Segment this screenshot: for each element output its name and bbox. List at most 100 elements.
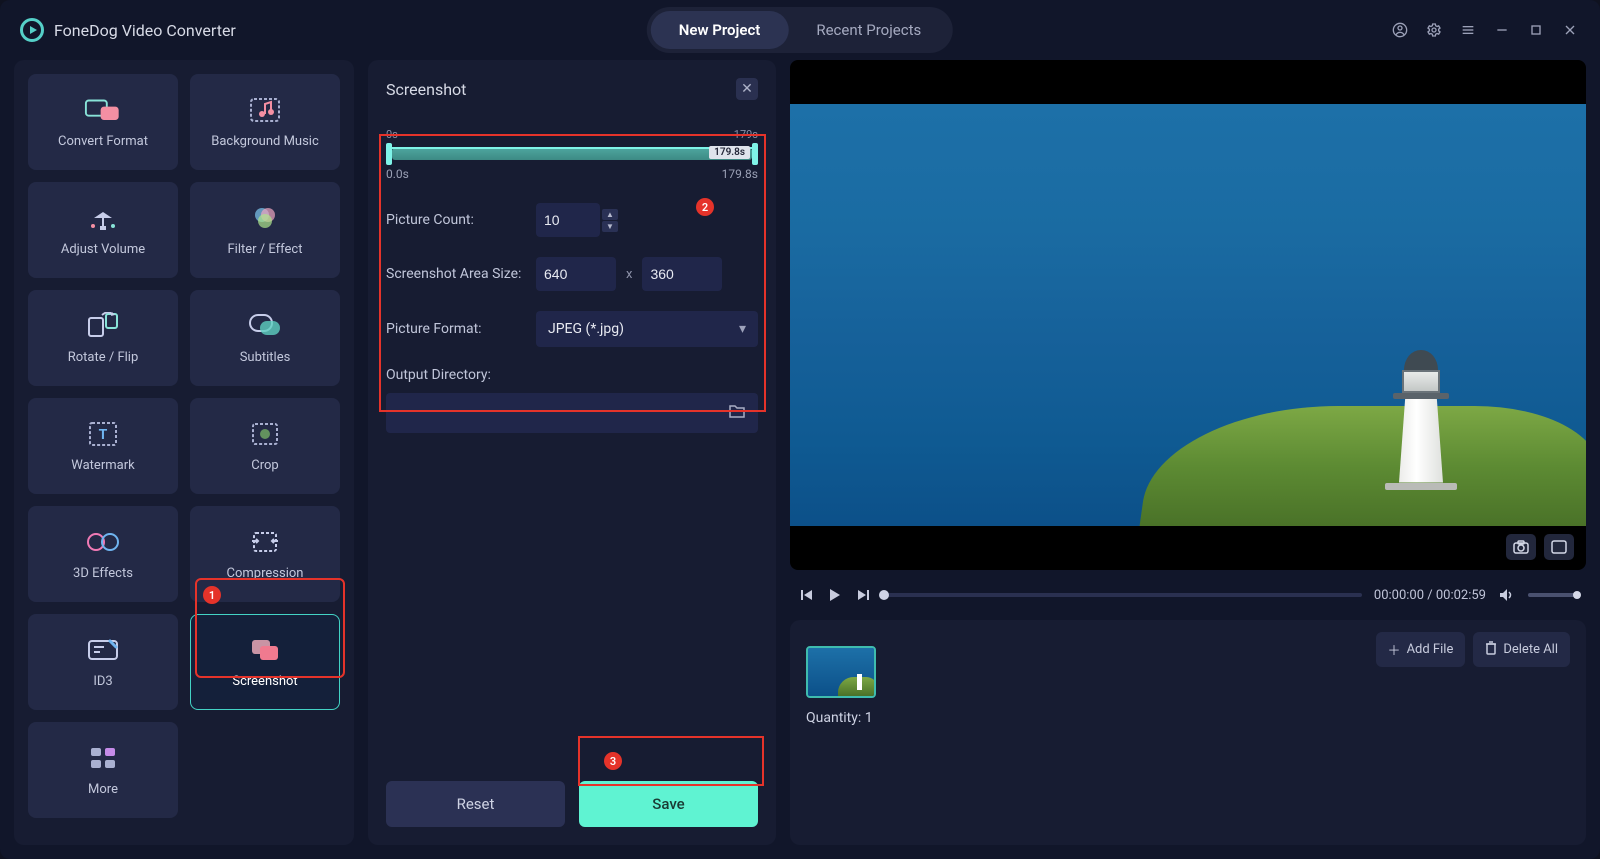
- tool-watermark[interactable]: T Watermark: [28, 398, 178, 494]
- area-size-label: Screenshot Area Size:: [386, 266, 536, 282]
- timeline-bottom-labels: 0.0s 179.8s: [386, 167, 758, 181]
- 3d-effects-icon: [84, 528, 122, 556]
- tool-screenshot[interactable]: Screenshot: [190, 614, 340, 710]
- tool-filter-effect[interactable]: Filter / Effect: [190, 182, 340, 278]
- more-icon: [84, 744, 122, 772]
- output-directory-input[interactable]: [386, 393, 758, 433]
- fullscreen-button[interactable]: [1544, 534, 1574, 560]
- tab-new-project[interactable]: New Project: [651, 11, 789, 49]
- tool-label: Compression: [227, 566, 304, 581]
- quantity-label: Quantity: 1: [806, 710, 1570, 726]
- sidebar-tool-grid: Convert Format Background Music Adjust V…: [28, 74, 340, 818]
- header-tabs: New Project Recent Projects: [647, 7, 953, 53]
- tool-label: Watermark: [71, 458, 134, 473]
- tool-crop[interactable]: Crop: [190, 398, 340, 494]
- area-width-input[interactable]: [536, 257, 616, 291]
- rotate-flip-icon: [84, 312, 122, 340]
- output-directory-label: Output Directory:: [386, 367, 758, 383]
- playback-controls: 00:00:00 / 00:02:59: [790, 582, 1586, 608]
- maximize-icon[interactable]: [1526, 20, 1546, 40]
- settings-footer: Reset Save: [386, 781, 758, 827]
- tab-recent-projects[interactable]: Recent Projects: [788, 11, 949, 49]
- delete-all-button[interactable]: Delete All: [1473, 632, 1570, 667]
- seek-bar[interactable]: [884, 593, 1362, 597]
- svg-text:T: T: [99, 427, 108, 443]
- snapshot-button[interactable]: [1506, 534, 1536, 560]
- picture-count-stepper[interactable]: ▲ ▼: [602, 209, 618, 232]
- plus-icon: ＋: [1388, 640, 1401, 659]
- tool-label: Filter / Effect: [228, 242, 303, 257]
- prev-button[interactable]: [798, 586, 816, 604]
- tool-id3[interactable]: ID3: [28, 614, 178, 710]
- tool-label: Convert Format: [58, 134, 148, 149]
- minimize-icon[interactable]: [1492, 20, 1512, 40]
- output-directory-row: Output Directory:: [386, 367, 758, 433]
- app-body: Convert Format Background Music Adjust V…: [0, 60, 1600, 859]
- sidebar: Convert Format Background Music Adjust V…: [14, 60, 354, 845]
- gear-icon[interactable]: [1424, 20, 1444, 40]
- add-file-button[interactable]: ＋ Add File: [1376, 632, 1466, 667]
- timeline-handle-start[interactable]: [386, 143, 392, 165]
- filter-effect-icon: [246, 204, 284, 232]
- brand: FoneDog Video Converter: [20, 18, 236, 42]
- tool-more[interactable]: More: [28, 722, 178, 818]
- settings-panel: Screenshot ✕ 0s 179s 179.8s 0.0s 179.8: [368, 60, 776, 845]
- close-icon[interactable]: [1560, 20, 1580, 40]
- thumbnail-item[interactable]: [806, 646, 876, 698]
- convert-format-icon: [84, 96, 122, 124]
- tool-label: Screenshot: [232, 674, 297, 689]
- save-button[interactable]: Save: [579, 781, 758, 827]
- app-window: FoneDog Video Converter New Project Rece…: [0, 0, 1600, 859]
- app-title: FoneDog Video Converter: [54, 21, 236, 40]
- next-button[interactable]: [854, 586, 872, 604]
- crop-icon: [246, 420, 284, 448]
- video-landmass: [1140, 406, 1586, 526]
- area-height-input[interactable]: [642, 257, 722, 291]
- annotation-marker-3: 3: [604, 752, 622, 770]
- watermark-icon: T: [84, 420, 122, 448]
- account-icon[interactable]: [1390, 20, 1410, 40]
- picture-format-value: JPEG (*.jpg): [548, 321, 624, 337]
- window-controls: [1390, 20, 1580, 40]
- tool-3d-effects[interactable]: 3D Effects: [28, 506, 178, 602]
- tool-rotate-flip[interactable]: Rotate / Flip: [28, 290, 178, 386]
- timeline-handle-end[interactable]: [752, 143, 758, 165]
- tool-label: More: [88, 782, 118, 797]
- stepper-up-icon[interactable]: ▲: [602, 209, 618, 220]
- chevron-down-icon: ▾: [739, 321, 746, 337]
- tool-convert-format[interactable]: Convert Format: [28, 74, 178, 170]
- annotation-marker-2: 2: [696, 198, 714, 216]
- background-music-icon: [246, 96, 284, 124]
- tool-adjust-volume[interactable]: Adjust Volume: [28, 182, 178, 278]
- multiply-label: x: [626, 267, 632, 282]
- tool-label: Rotate / Flip: [68, 350, 139, 365]
- preview-pane: 00:00:00 / 00:02:59 ＋ Add File: [790, 60, 1586, 845]
- tool-label: 3D Effects: [73, 566, 133, 581]
- seek-handle[interactable]: [879, 590, 889, 600]
- screenshot-icon: [246, 636, 284, 664]
- tool-label: Subtitles: [240, 350, 291, 365]
- picture-format-label: Picture Format:: [386, 321, 536, 337]
- play-button[interactable]: [826, 586, 844, 604]
- timeline-slider[interactable]: 179.8s: [386, 143, 758, 165]
- stepper-down-icon[interactable]: ▼: [602, 221, 618, 232]
- volume-slider[interactable]: [1528, 593, 1578, 597]
- volume-icon[interactable]: [1498, 586, 1516, 604]
- menu-icon[interactable]: [1458, 20, 1478, 40]
- video-content: [790, 104, 1586, 526]
- brand-logo-icon: [20, 18, 44, 42]
- picture-count-input[interactable]: [536, 203, 600, 237]
- picture-format-row: Picture Format: JPEG (*.jpg) ▾: [386, 311, 758, 347]
- settings-close-button[interactable]: ✕: [736, 78, 758, 100]
- settings-form: 0s 179s 179.8s 0.0s 179.8s Picture Count…: [386, 128, 758, 443]
- timeline-start: 0s: [386, 128, 398, 141]
- folder-icon[interactable]: [728, 403, 746, 423]
- playback-time: 00:00:00 / 00:02:59: [1374, 588, 1486, 603]
- reset-button[interactable]: Reset: [386, 781, 565, 827]
- subtitles-icon: [246, 312, 284, 340]
- video-preview[interactable]: [790, 60, 1586, 570]
- timeline-end: 179s: [734, 128, 758, 141]
- picture-format-select[interactable]: JPEG (*.jpg) ▾: [536, 311, 758, 347]
- tool-subtitles[interactable]: Subtitles: [190, 290, 340, 386]
- tool-background-music[interactable]: Background Music: [190, 74, 340, 170]
